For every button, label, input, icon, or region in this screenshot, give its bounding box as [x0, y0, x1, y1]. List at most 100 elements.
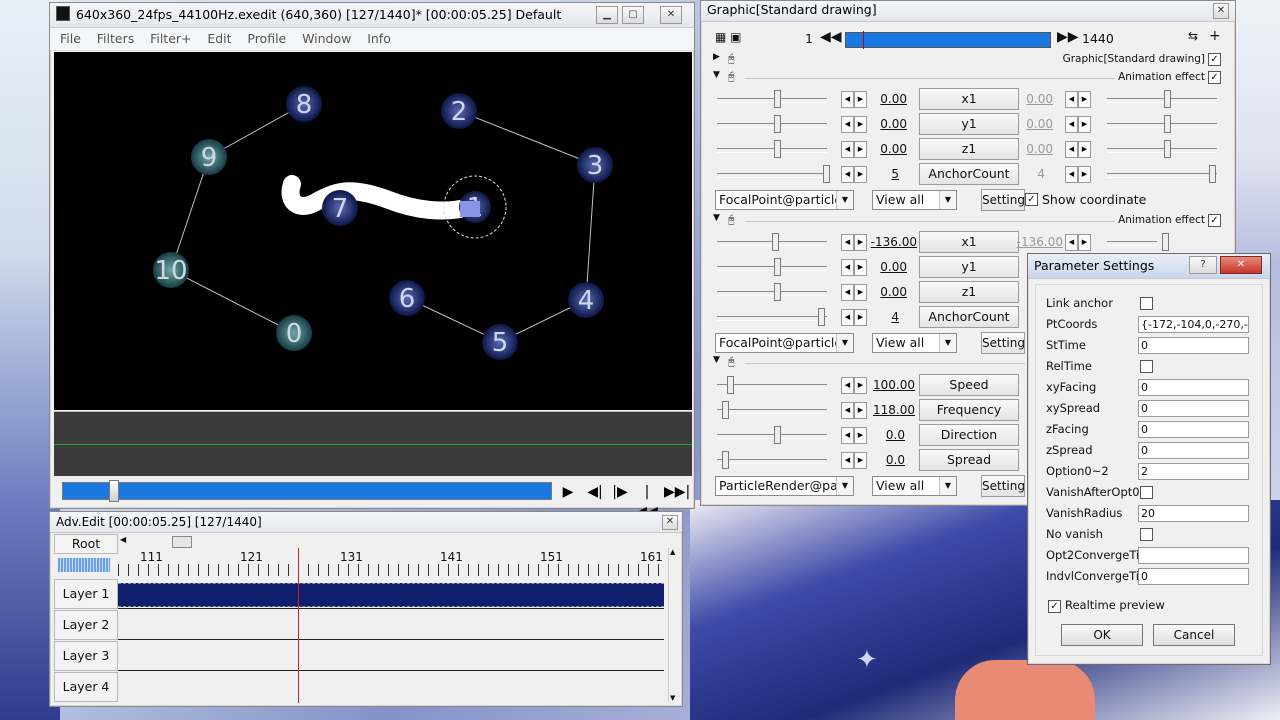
increment-icon[interactable]: ▶: [1078, 116, 1091, 133]
menu-window[interactable]: Window: [302, 31, 351, 46]
param-input[interactable]: 2: [1138, 463, 1249, 480]
param-button[interactable]: AnchorCount: [919, 306, 1019, 328]
param-button[interactable]: y1: [919, 256, 1019, 278]
section-enable-checkbox[interactable]: ✓: [1208, 53, 1221, 66]
next-frame-icon[interactable]: |▶: [609, 482, 631, 502]
slider-thumb[interactable]: [774, 115, 781, 133]
seek-bar[interactable]: [62, 480, 552, 502]
layer-2-label[interactable]: Layer 2: [54, 610, 118, 640]
view-select[interactable]: View all ▼: [872, 333, 957, 353]
slider-thumb[interactable]: [774, 426, 781, 444]
decrement-icon[interactable]: ◀: [841, 259, 854, 276]
param-end-value[interactable]: 4: [997, 167, 1045, 181]
close-button[interactable]: ✕: [660, 6, 682, 24]
menu-filter-plus[interactable]: Filter+: [150, 31, 191, 46]
menu-edit[interactable]: Edit: [207, 31, 231, 46]
show-coordinate-checkbox[interactable]: ✓: [1025, 193, 1038, 206]
param-checkbox[interactable]: [1140, 528, 1153, 541]
video-preview[interactable]: 8 9 10 0 6 5 4 3 2 7 1: [54, 52, 692, 410]
increment-icon[interactable]: ▶: [1078, 166, 1091, 183]
menu-file[interactable]: File: [60, 31, 81, 46]
layer-1-label[interactable]: Layer 1: [54, 579, 118, 609]
slider-thumb[interactable]: [774, 258, 781, 276]
decrement-icon[interactable]: ◀: [1065, 234, 1078, 251]
slider-thumb[interactable]: [727, 376, 734, 394]
slider-thumb[interactable]: [823, 165, 830, 183]
render-select[interactable]: ParticleRender@particle▼: [715, 476, 854, 496]
param-end-value[interactable]: -136.00: [1005, 235, 1063, 249]
decrement-icon[interactable]: ◀: [841, 91, 854, 108]
timeline-vscroll[interactable]: ▲ ▼: [668, 548, 679, 702]
decrement-icon[interactable]: ◀: [841, 116, 854, 133]
layer-4-label[interactable]: Layer 4: [54, 672, 118, 702]
focal-select[interactable]: FocalPoint@particle_ri_v▼: [715, 190, 854, 210]
param-button[interactable]: Direction: [919, 424, 1019, 446]
maximize-button[interactable]: ▢: [622, 6, 644, 24]
help-icon[interactable]: ?: [1189, 256, 1217, 274]
param-button[interactable]: x1: [919, 88, 1019, 110]
setting-button[interactable]: Setting: [981, 332, 1025, 354]
param-input[interactable]: 0: [1138, 442, 1249, 459]
menu-profile[interactable]: Profile: [247, 31, 286, 46]
menu-filters[interactable]: Filters: [97, 31, 134, 46]
view-select[interactable]: View all ▼: [872, 476, 957, 496]
decrement-icon[interactable]: ◀: [841, 284, 854, 301]
slider-thumb[interactable]: [1162, 233, 1169, 251]
param-value[interactable]: 0.00: [859, 92, 907, 106]
close-icon[interactable]: ✕: [662, 515, 678, 530]
slider-thumb[interactable]: [774, 283, 781, 301]
param-value[interactable]: 4: [851, 310, 899, 324]
param-checkbox[interactable]: [1140, 297, 1153, 310]
decrement-icon[interactable]: ◀: [1065, 141, 1078, 158]
param-input[interactable]: [1138, 547, 1249, 564]
param-value[interactable]: 100.00: [859, 378, 915, 392]
param-end-value[interactable]: 0.00: [1005, 117, 1053, 131]
param-button[interactable]: y1: [919, 113, 1019, 135]
timeline-object-bar[interactable]: [118, 583, 664, 607]
minimize-button[interactable]: ▁: [596, 6, 618, 24]
focal-select[interactable]: FocalPoint@particle_ri_v▼: [715, 333, 854, 353]
param-button[interactable]: x1: [919, 231, 1019, 253]
seek-thumb[interactable]: [109, 480, 119, 502]
decrement-icon[interactable]: ◀: [1065, 166, 1078, 183]
param-input[interactable]: {-172,-104,0,-270,-50: [1138, 316, 1249, 333]
anchor-handle[interactable]: [460, 201, 480, 217]
frame-prev-icon[interactable]: ◀◀: [820, 29, 842, 45]
decrement-icon[interactable]: ◀: [841, 234, 854, 251]
decrement-icon[interactable]: ◀: [841, 427, 854, 444]
decrement-icon[interactable]: ◀: [841, 377, 854, 394]
ok-button[interactable]: OK: [1061, 624, 1143, 646]
slider-thumb[interactable]: [818, 308, 825, 326]
scroll-up-icon[interactable]: ▲: [670, 548, 675, 556]
menu-info[interactable]: Info: [367, 31, 391, 46]
expand-icon[interactable]: ▼: [713, 213, 720, 223]
jump-end-icon[interactable]: ▶▶|: [664, 482, 690, 502]
anim1-enable-checkbox[interactable]: ✓: [1208, 71, 1221, 84]
param-value[interactable]: 0.00: [859, 285, 907, 299]
slider-thumb[interactable]: [1209, 165, 1216, 183]
add-filter-icon[interactable]: +: [1209, 28, 1221, 44]
decrement-icon[interactable]: ◀: [841, 402, 854, 419]
drag-handle-icon[interactable]: 🖰: [728, 213, 735, 227]
param-checkbox[interactable]: [1140, 486, 1153, 499]
param-end-value[interactable]: 0.00: [1005, 142, 1053, 156]
jump-start-icon[interactable]: |◀◀: [636, 482, 658, 520]
anim2-enable-checkbox[interactable]: ✓: [1208, 214, 1221, 227]
slider-thumb[interactable]: [774, 140, 781, 158]
slider-thumb[interactable]: [722, 451, 729, 469]
decrement-icon[interactable]: ◀: [841, 141, 854, 158]
param-input[interactable]: 20: [1138, 505, 1249, 522]
param-button[interactable]: Speed: [919, 374, 1019, 396]
param-input[interactable]: 0: [1138, 379, 1249, 396]
zoom-indicator[interactable]: [58, 558, 110, 572]
scroll-down-icon[interactable]: ▼: [670, 694, 675, 702]
slider-thumb[interactable]: [774, 90, 781, 108]
param-value[interactable]: 5: [851, 167, 899, 181]
timeline-hscroll[interactable]: ◀: [118, 535, 664, 548]
drag-handle-icon[interactable]: 🖰: [728, 355, 735, 369]
view-select[interactable]: View all ▼: [872, 190, 957, 210]
param-value[interactable]: 118.00: [859, 403, 915, 417]
expand-icon[interactable]: ▼: [713, 70, 720, 80]
decrement-icon[interactable]: ◀: [841, 452, 854, 469]
param-button[interactable]: z1: [919, 281, 1019, 303]
